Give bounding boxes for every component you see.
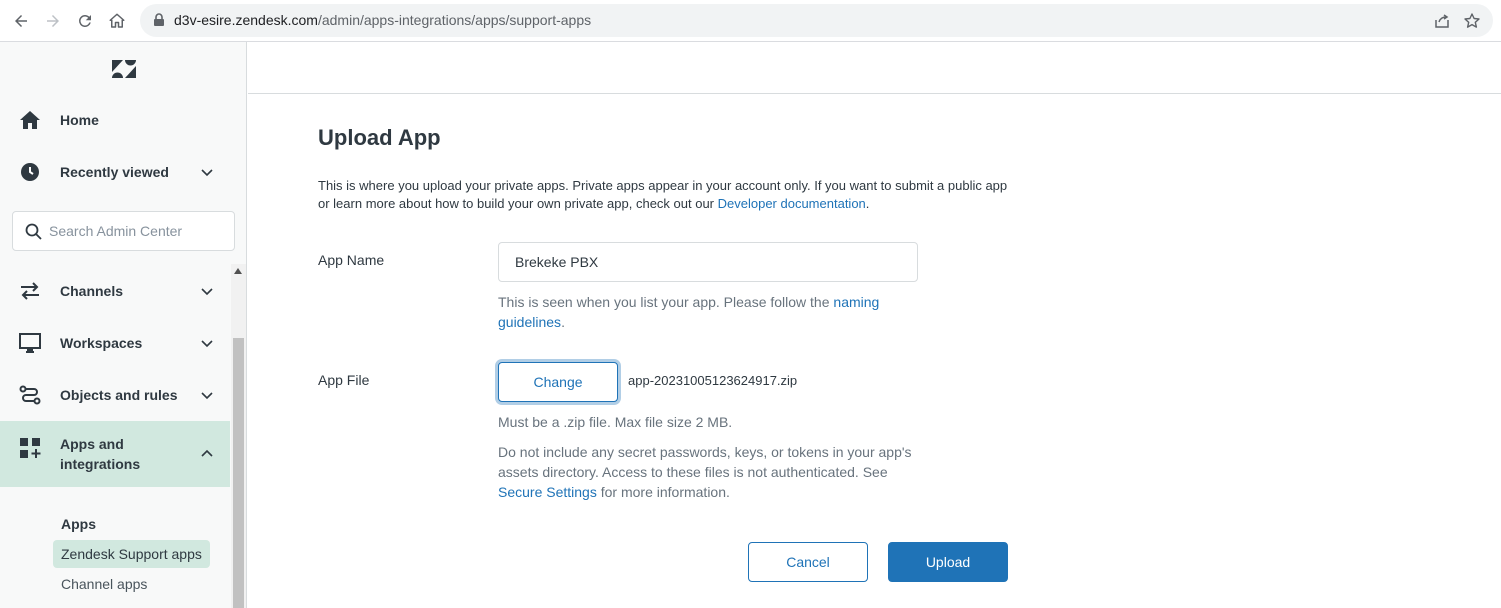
- intro-body: This is where you upload your private ap…: [318, 178, 1008, 211]
- objects-rules-icon: [19, 385, 41, 405]
- main-content: Upload App This is where you upload your…: [248, 42, 1501, 608]
- chevron-up-icon: [201, 449, 213, 457]
- channels-arrows-icon: [21, 282, 39, 300]
- admin-sidebar: Home Recently viewed Channels Workspaces…: [0, 42, 247, 608]
- sidebar-item-home[interactable]: Home: [0, 96, 230, 144]
- sidebar-item-workspaces[interactable]: Workspaces: [0, 319, 230, 367]
- sidebar-item-label: Objects and rules: [60, 387, 178, 403]
- scroll-up-arrow-icon[interactable]: [234, 268, 242, 274]
- chevron-down-icon: [201, 169, 213, 177]
- label-line-1: Apps and: [60, 436, 124, 452]
- selected-file-name: app-20231005123624917.zip: [628, 373, 798, 388]
- back-arrow-icon[interactable]: [9, 9, 33, 33]
- cancel-button[interactable]: Cancel: [748, 542, 868, 582]
- intro-end: .: [865, 196, 870, 211]
- home-icon: [20, 111, 40, 129]
- secret-warning-hint: Do not include any secret passwords, key…: [498, 442, 918, 502]
- sidebar-item-apps-and-integrations[interactable]: Apps and integrations: [0, 421, 230, 487]
- search-input[interactable]: [49, 220, 224, 242]
- lock-icon: [154, 13, 164, 26]
- app-name-hint-text: This is seen when you list your app. Ple…: [498, 294, 834, 310]
- chevron-down-icon: [201, 288, 213, 296]
- forward-arrow-icon[interactable]: [41, 9, 65, 33]
- sidebar-item-channel-apps[interactable]: Channel apps: [53, 570, 155, 598]
- apps-grid-plus-icon: [20, 438, 41, 458]
- sidebar-item-recently-viewed[interactable]: Recently viewed: [0, 148, 230, 196]
- sidebar-item-label: Channels: [60, 283, 124, 299]
- secret-hint-end: for more information.: [596, 484, 730, 500]
- search-icon: [25, 223, 42, 240]
- app-name-hint-end: .: [561, 314, 565, 330]
- share-icon[interactable]: [1433, 12, 1451, 30]
- monitor-icon: [19, 333, 41, 353]
- reload-icon[interactable]: [73, 9, 97, 33]
- intro-text: This is where you upload your private ap…: [318, 177, 1018, 213]
- app-name-hint: This is seen when you list your app. Ple…: [498, 292, 918, 332]
- secret-hint-text: Do not include any secret passwords, key…: [498, 444, 912, 480]
- sidebar-scrollbar[interactable]: [231, 264, 246, 608]
- main-header-bar: [248, 42, 1501, 94]
- page-title: Upload App: [318, 125, 441, 150]
- change-file-button[interactable]: Change: [498, 362, 618, 402]
- clock-icon: [21, 163, 39, 181]
- scrollbar-thumb[interactable]: [233, 338, 244, 608]
- sidebar-item-label: Workspaces: [60, 335, 143, 351]
- sidebar-item-zendesk-support-apps[interactable]: Zendesk Support apps: [53, 540, 210, 568]
- sidebar-item-objects-and-rules[interactable]: Objects and rules: [0, 371, 230, 419]
- search-admin-center[interactable]: [12, 211, 235, 251]
- label-line-2: integrations: [60, 456, 141, 472]
- home-icon[interactable]: [105, 9, 129, 33]
- bookmark-star-icon[interactable]: [1463, 12, 1481, 30]
- url-text: d3v-esire.zendesk.com/admin/apps-integra…: [174, 12, 592, 28]
- sidebar-item-label: Home: [60, 112, 99, 128]
- zendesk-logo-icon[interactable]: [110, 58, 138, 80]
- apps-subheading: Apps: [61, 516, 96, 532]
- chevron-down-icon: [201, 340, 213, 348]
- app-name-label: App Name: [318, 252, 385, 268]
- secure-settings-link[interactable]: Secure Settings: [498, 484, 597, 500]
- sidebar-item-channels[interactable]: Channels: [0, 267, 230, 315]
- address-bar[interactable]: d3v-esire.zendesk.com/admin/apps-integra…: [140, 4, 1493, 37]
- browser-toolbar: d3v-esire.zendesk.com/admin/apps-integra…: [0, 0, 1501, 42]
- app-name-field[interactable]: [498, 242, 918, 282]
- chevron-down-icon: [201, 392, 213, 400]
- file-size-hint: Must be a .zip file. Max file size 2 MB.: [498, 414, 733, 430]
- upload-button[interactable]: Upload: [888, 542, 1008, 582]
- sidebar-item-label: Recently viewed: [60, 164, 169, 180]
- app-file-label: App File: [318, 372, 370, 388]
- sidebar-item-label: Apps and integrations: [60, 434, 140, 474]
- developer-documentation-link[interactable]: Developer documentation: [718, 196, 866, 211]
